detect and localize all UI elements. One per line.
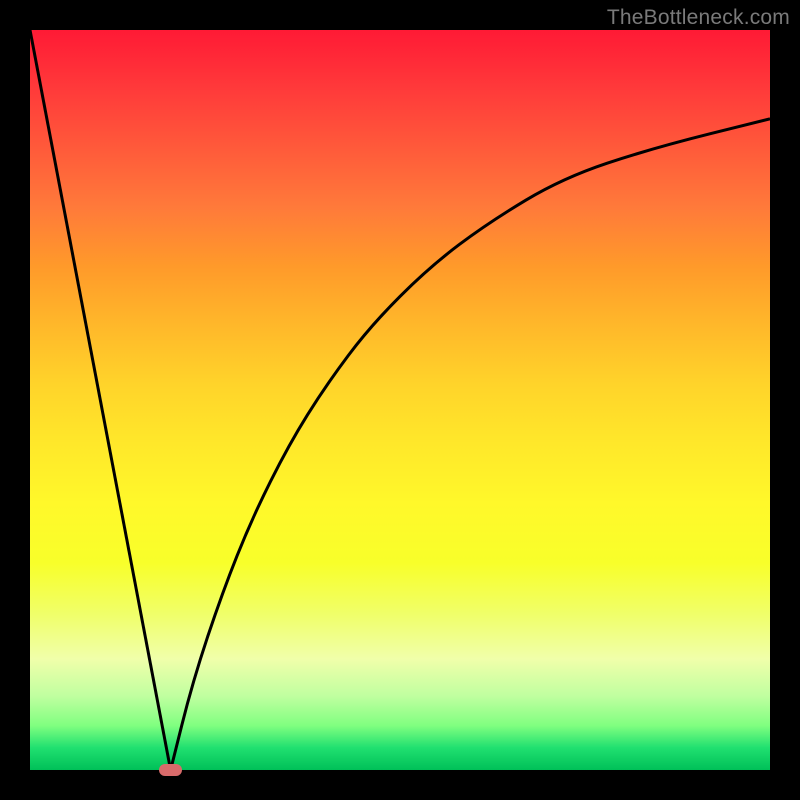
chart-svg	[30, 30, 770, 770]
watermark-text: TheBottleneck.com	[607, 6, 790, 30]
chart-container: TheBottleneck.com	[0, 0, 800, 800]
plot-area	[30, 30, 770, 770]
right-curve-path	[171, 119, 770, 770]
bottleneck-marker	[159, 764, 183, 775]
left-line-path	[30, 30, 171, 770]
